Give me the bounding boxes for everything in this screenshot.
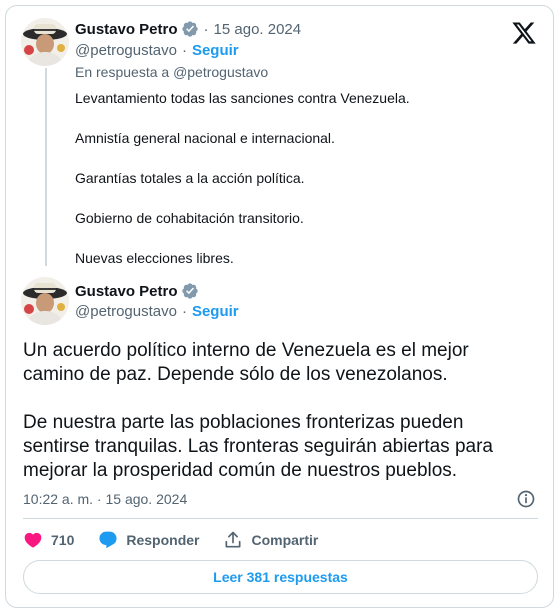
parent-tweet-text: Levantamiento todas las sanciones contra…: [75, 88, 515, 288]
embedded-tweet-card: Gustavo Petro · 15 ago. 2024 @petrogusta…: [5, 5, 554, 608]
reply-to-prefix: En respuesta a: [75, 64, 170, 80]
tweet-paragraph: Gobierno de cohabitación transitorio.: [75, 210, 304, 226]
tweet-paragraph: De nuestra parte las poblaciones fronter…: [23, 412, 493, 481]
like-count: 710: [51, 532, 75, 548]
reply-to-line: En respuesta a @petrogustavo: [75, 64, 268, 80]
reply-label: Responder: [126, 532, 200, 548]
heart-icon: [24, 532, 42, 548]
follow-button[interactable]: Seguir: [192, 42, 239, 59]
avatar-image: [21, 18, 69, 66]
separator-dot: ·: [181, 303, 187, 320]
tweet-timestamp[interactable]: 10:22 a. m. · 15 ago. 2024: [23, 491, 187, 507]
reply-button[interactable]: Responder: [98, 530, 199, 550]
read-replies-button[interactable]: Leer 381 respuestas: [23, 560, 538, 594]
share-button[interactable]: Compartir: [223, 530, 318, 550]
tweet-paragraph: Levantamiento todas las sanciones contra…: [75, 90, 410, 106]
avatar[interactable]: [21, 18, 69, 66]
author-name[interactable]: Gustavo Petro: [75, 21, 178, 38]
tweet-paragraph: Nuevas elecciones libres.: [75, 250, 234, 266]
divider: [23, 518, 538, 519]
tweet-date[interactable]: 15 ago. 2024: [214, 21, 302, 38]
thread-line: [45, 68, 47, 266]
main-handle-row: @petrogustavo · Seguir: [75, 303, 239, 320]
separator-dot: ·: [203, 20, 209, 38]
main-author-row: Gustavo Petro: [75, 282, 199, 300]
author-handle[interactable]: @petrogustavo: [75, 42, 177, 59]
comment-icon: [99, 531, 117, 549]
reply-to-handle[interactable]: @petrogustavo: [173, 64, 268, 80]
tweet-actions: 710 Responder Compartir: [23, 527, 342, 553]
tweet-paragraph: Un acuerdo político interno de Venezuela…: [23, 340, 469, 385]
verified-badge-icon: [181, 283, 198, 299]
follow-button[interactable]: Seguir: [192, 303, 239, 320]
main-tweet-text: Un acuerdo político interno de Venezuela…: [23, 339, 533, 507]
share-icon: [225, 531, 241, 548]
author-handle[interactable]: @petrogustavo: [75, 303, 177, 320]
info-icon[interactable]: [516, 489, 536, 509]
avatar-image: [21, 277, 69, 325]
tweet-paragraph: Amnistía general nacional e internaciona…: [75, 130, 335, 146]
parent-author-row: Gustavo Petro · 15 ago. 2024: [75, 20, 301, 38]
separator-dot: ·: [181, 42, 187, 59]
tweet-paragraph: Garantías totales a la acción política.: [75, 170, 305, 186]
x-logo-icon[interactable]: [511, 20, 537, 46]
like-button[interactable]: 710: [23, 530, 74, 550]
avatar[interactable]: [21, 277, 69, 325]
author-name[interactable]: Gustavo Petro: [75, 283, 178, 300]
verified-badge-icon: [181, 21, 198, 37]
share-label: Compartir: [251, 532, 319, 548]
parent-handle-row: @petrogustavo · Seguir: [75, 42, 239, 59]
